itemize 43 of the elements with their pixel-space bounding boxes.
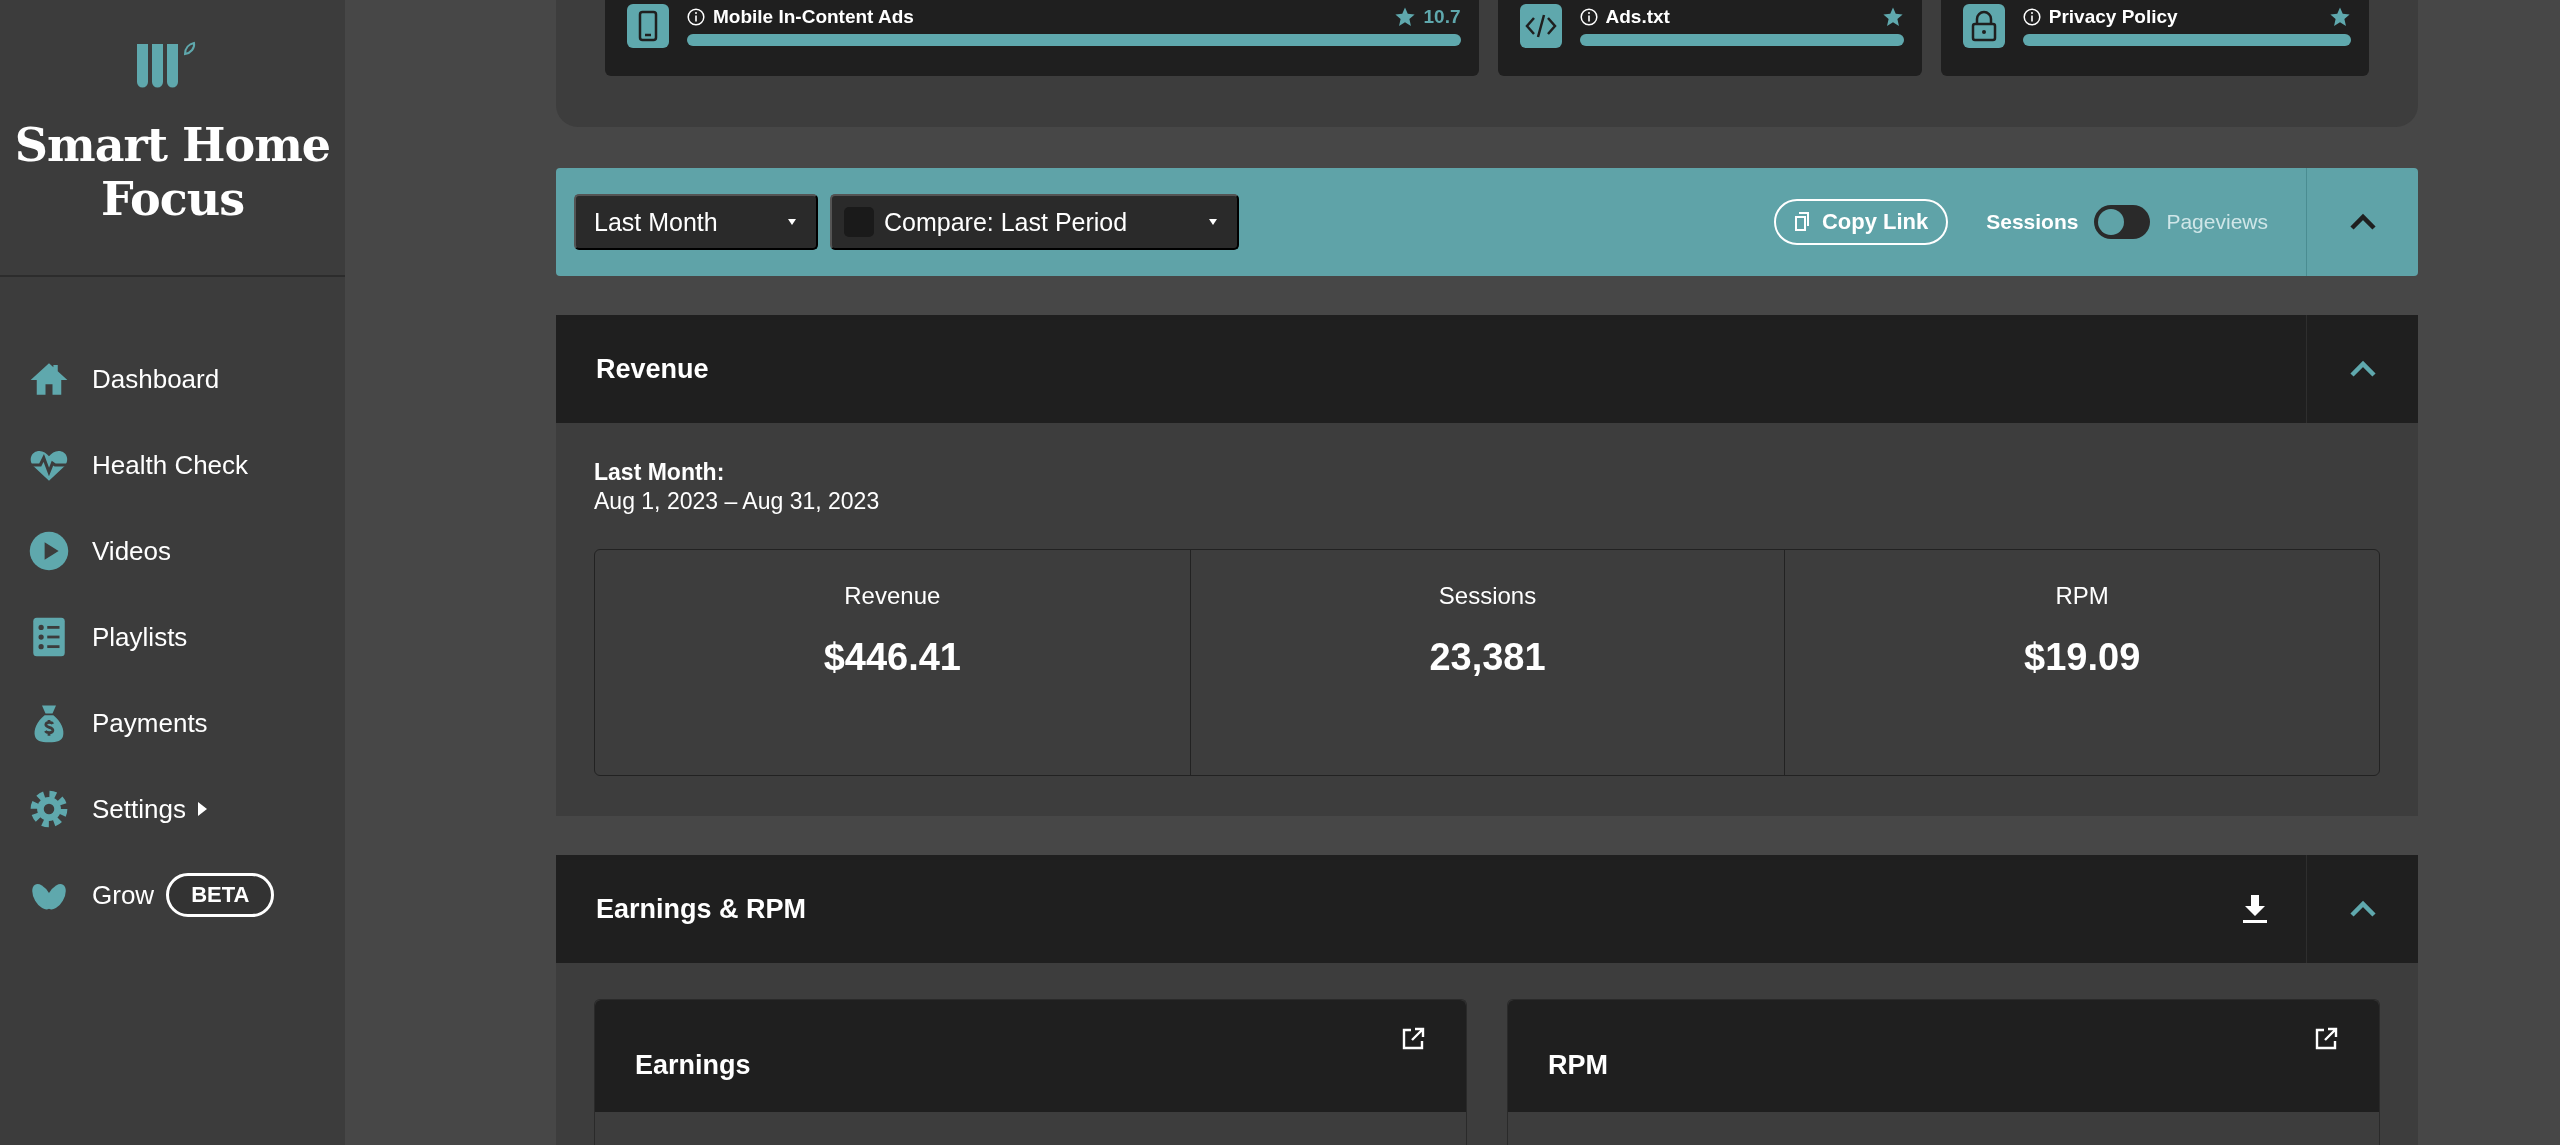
- nav-link[interactable]: Settings: [92, 793, 186, 825]
- date-range: Aug 1, 2023 – Aug 31, 2023: [594, 488, 881, 515]
- nav-link[interactable]: Health Check: [92, 449, 249, 481]
- beta-badge: BETA: [166, 873, 275, 917]
- stat-label: RPM: [2055, 582, 2109, 610]
- caret-down-icon: [1207, 218, 1219, 226]
- caret-right-icon: [195, 801, 208, 817]
- period-dropdown[interactable]: Last Month: [574, 194, 818, 250]
- section-title: Revenue: [596, 353, 710, 385]
- nav-link[interactable]: Dashboard: [92, 363, 220, 395]
- star-icon: [1393, 6, 1416, 28]
- copy-icon: [1793, 212, 1812, 232]
- stat-value: $19.09: [2024, 636, 2141, 679]
- stat-label: Sessions: [1438, 582, 1537, 610]
- health-item-title: Mobile In-Content Ads: [713, 6, 915, 28]
- section-title: Earnings & RPM: [596, 893, 808, 925]
- info-icon: [1579, 8, 1598, 26]
- stat-value: 23,381: [1429, 636, 1546, 679]
- external-link-icon: [1400, 1026, 1426, 1052]
- play-icon: [28, 530, 70, 572]
- gear-icon: [28, 788, 70, 830]
- info-icon: [687, 8, 705, 26]
- nav-link[interactable]: Playlists: [92, 621, 188, 653]
- card-title: Earnings: [635, 1049, 752, 1081]
- star-icon: [2329, 6, 2351, 28]
- nav-link[interactable]: Grow: [92, 879, 155, 911]
- compare-dropdown[interactable]: Compare: Last Period: [830, 194, 1239, 250]
- info-icon: [2022, 8, 2041, 26]
- nav-link[interactable]: Payments: [92, 707, 208, 739]
- star-icon: [1881, 6, 1904, 28]
- caret-down-icon: [786, 218, 798, 226]
- nav-link[interactable]: Videos: [92, 535, 172, 567]
- period-label: Last Month:: [594, 459, 726, 486]
- card-title: RPM: [1548, 1049, 1609, 1081]
- score: 10.7: [1423, 6, 1461, 28]
- metric-toggle[interactable]: [2094, 205, 2151, 239]
- health-item-title: Privacy Policy: [2048, 6, 2179, 28]
- external-link-icon: [2313, 1026, 2339, 1052]
- download-icon: [2240, 893, 2270, 925]
- health-item-title: Ads.txt: [1605, 6, 1671, 28]
- site-name: Smart Home Focus: [13, 118, 332, 226]
- stat-label: Revenue: [844, 582, 941, 610]
- stat-value: $446.41: [823, 636, 961, 679]
